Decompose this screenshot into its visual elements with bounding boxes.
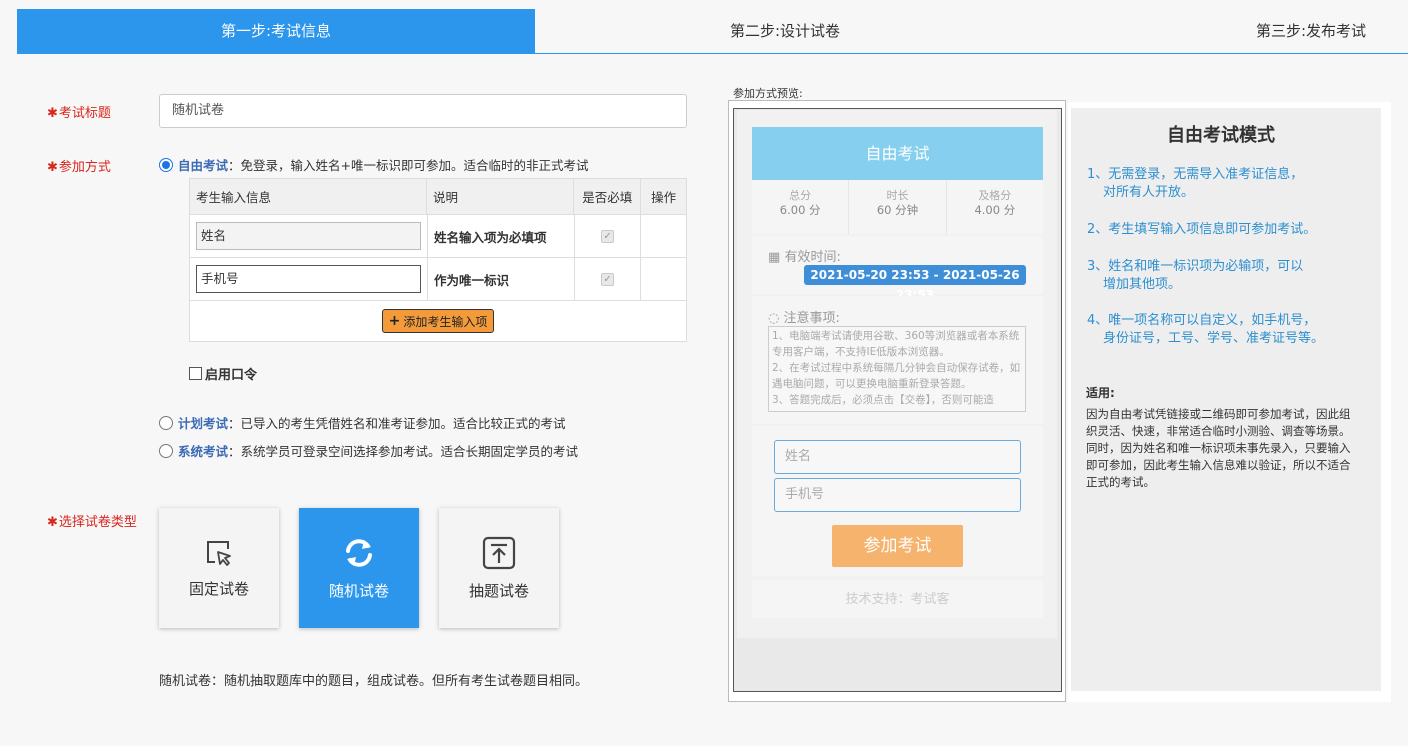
stat-total: 总分 6.00 分 [752, 180, 850, 234]
preview-label: 参加方式预览: [733, 87, 803, 100]
valid-time-value: 2021-05-20 23:53 - 2021-05-26 23:53 [804, 265, 1026, 302]
preview-footer: 技术支持：考试客 [752, 580, 1043, 618]
table-row: 手机号 作为唯一标识 ✓ [190, 258, 686, 301]
field-note: 作为唯一标识 [428, 258, 575, 300]
apply-title: 适用: [1086, 386, 1115, 400]
fixed-paper-card[interactable]: 固定试卷 [159, 508, 279, 628]
calendar-icon: ▦ [768, 250, 781, 265]
table-header: 考生输入信息 说明 是否必填 操作 [190, 179, 686, 215]
notice-textarea[interactable]: 1、电脑端考试请使用谷歌、360等浏览器或者本系统专用客户端，不支持IE低版本浏… [768, 326, 1026, 412]
candidate-input-table: 考生输入信息 说明 是否必填 操作 姓名 姓名输入项为必填项 ✓ 手机号 作为唯… [189, 178, 687, 342]
required-checkbox: ✓ [601, 229, 615, 243]
free-exam-option[interactable]: 自由考试 ：免登录，输入姓名+唯一标识即可参加。适合临时的非正式考试 [159, 155, 589, 174]
mode-point: 2、考生填写输入项信息即可参加考试。 [1087, 222, 1317, 237]
required-checkbox: ✓ [601, 272, 615, 286]
paper-type-label: ✱选择试卷类型 [47, 515, 137, 530]
field-note: 姓名输入项为必填项 [428, 215, 575, 257]
step-design-paper[interactable]: 第二步:设计试卷 [635, 9, 935, 53]
mode-point: 1、无需登录，无需导入准考证信息， 对所有人开放。 [1087, 167, 1304, 200]
random-paper-card[interactable]: 随机试卷 [299, 508, 419, 628]
exam-title-input[interactable]: 随机试卷 [159, 94, 687, 128]
paper-type-cards: 固定试卷 随机试卷 抽题试卷 [159, 508, 559, 628]
mode-point: 3、姓名和唯一标识项为必输项，可以 增加其他项。 [1087, 259, 1304, 292]
mode-point: 4、唯一项名称可以自定义，如手机号， 身份证号，工号、学号、准考证号等。 [1087, 313, 1325, 346]
draw-paper-card[interactable]: 抽题试卷 [439, 508, 559, 628]
preview-header: 自由考试 [752, 127, 1043, 180]
system-exam-option[interactable]: 系统考试 ：系统学员可登录空间选择参加考试。适合长期固定学员的考试 [159, 441, 578, 460]
add-row: + 添加考生输入项 [190, 301, 686, 341]
exam-title-label: ✱考试标题 [47, 106, 111, 121]
paper-type-description: 随机试卷：随机抽取题库中的题目，组成试卷。但所有考生试卷题目相同。 [159, 674, 589, 689]
steps-bar: 第一步:考试信息 第二步:设计试卷 第三步:发布考试 [17, 9, 1408, 54]
stat-duration: 时长 60 分钟 [849, 180, 947, 234]
field-name-input[interactable]: 姓名 [196, 222, 421, 250]
preview-phone-input[interactable]: 手机号 [774, 478, 1021, 512]
preview-name-input[interactable]: 姓名 [774, 440, 1021, 474]
step-exam-info[interactable]: 第一步:考试信息 [17, 9, 535, 53]
refresh-icon [346, 538, 372, 567]
plan-exam-radio[interactable] [159, 415, 173, 430]
apply-text: 因为自由考试凭链接或二维码即可参加考试，因此组织灵活、快速，非常适合临时小测验、… [1086, 407, 1351, 489]
preview-stats: 总分 6.00 分 时长 60 分钟 及格分 4.00 分 [752, 180, 1043, 234]
add-input-button[interactable]: + 添加考生输入项 [381, 309, 495, 333]
field-name-input[interactable]: 手机号 [196, 265, 421, 293]
plus-icon: + [388, 313, 401, 329]
plan-exam-option[interactable]: 计划考试 ：已导入的考生凭借姓名和准考证参加。适合比较正式的考试 [159, 413, 566, 432]
notice-label: ◌ 注意事项: [768, 311, 840, 326]
join-exam-button[interactable]: 参加考试 [832, 525, 963, 567]
comment-icon: ◌ [768, 311, 780, 326]
free-exam-radio[interactable] [159, 157, 173, 172]
step-publish-exam[interactable]: 第三步:发布考试 [1211, 9, 1408, 53]
join-mode-label: ✱参加方式 [47, 160, 111, 175]
password-checkbox[interactable] [189, 367, 202, 380]
enable-password-option[interactable]: 启用口令 [189, 364, 257, 383]
system-exam-radio[interactable] [159, 443, 173, 458]
upload-box-icon [482, 536, 516, 569]
mode-title: 自由考试模式 [1167, 125, 1275, 146]
cursor-select-icon [207, 540, 231, 566]
stat-pass: 及格分 4.00 分 [974, 189, 1016, 217]
valid-time-label: ▦ 有效时间: [768, 250, 841, 265]
table-row: 姓名 姓名输入项为必填项 ✓ [190, 215, 686, 258]
